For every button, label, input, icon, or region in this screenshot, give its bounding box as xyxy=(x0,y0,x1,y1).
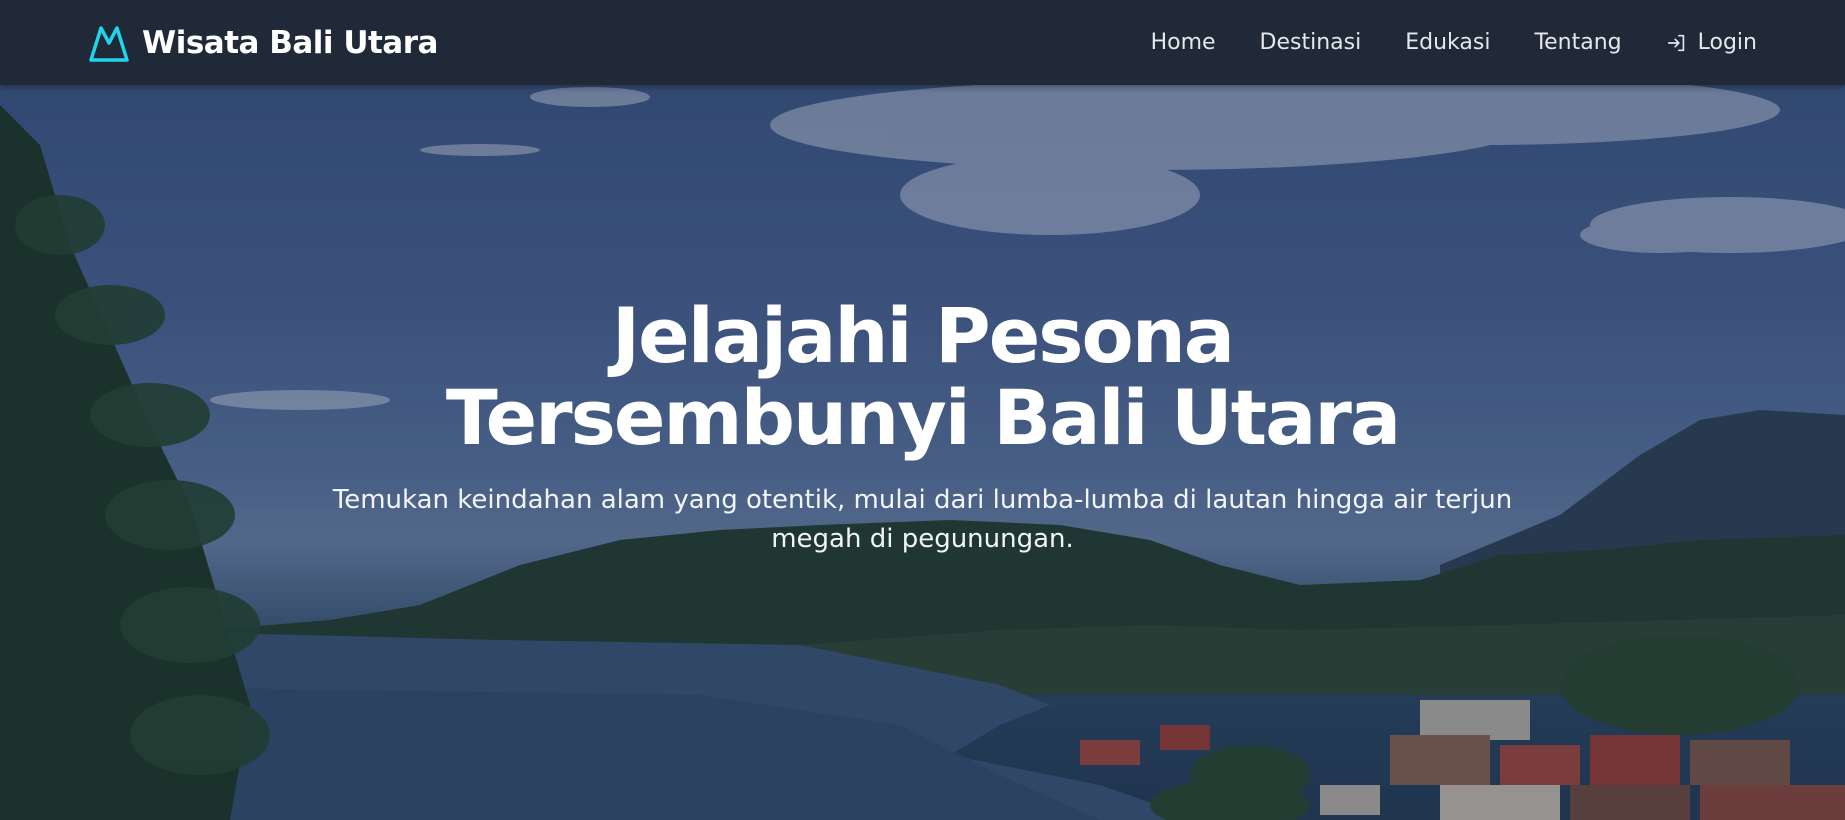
hero-subtitle: Temukan keindahan alam yang otentik, mul… xyxy=(332,485,1513,554)
nav-home-link[interactable]: Home xyxy=(1151,30,1216,55)
brand-logo-link[interactable]: Wisata Bali Utara xyxy=(88,23,438,63)
nav-tentang-link[interactable]: Tentang xyxy=(1534,30,1621,55)
nav-links: Home Destinasi Edukasi Tentang Login xyxy=(1151,30,1757,55)
hero-section: Jelajahi Pesona Tersembunyi Bali Utara T… xyxy=(0,85,1845,820)
hero-content: Jelajahi Pesona Tersembunyi Bali Utara T… xyxy=(0,295,1845,559)
login-button[interactable]: Login xyxy=(1666,30,1757,55)
login-icon xyxy=(1667,34,1684,51)
hero-title-line2: Tersembunyi Bali Utara xyxy=(445,373,1401,462)
nav-edukasi-link[interactable]: Edukasi xyxy=(1405,30,1490,55)
hero-title-line1: Jelajahi Pesona xyxy=(611,291,1235,380)
login-label: Login xyxy=(1697,30,1757,55)
mountain-icon xyxy=(89,25,129,62)
hero-title: Jelajahi Pesona Tersembunyi Bali Utara xyxy=(373,295,1473,459)
nav-destinasi-link[interactable]: Destinasi xyxy=(1260,30,1362,55)
brand-name: Wisata Bali Utara xyxy=(142,24,438,61)
top-navbar: Wisata Bali Utara Home Destinasi Edukasi… xyxy=(0,0,1845,85)
